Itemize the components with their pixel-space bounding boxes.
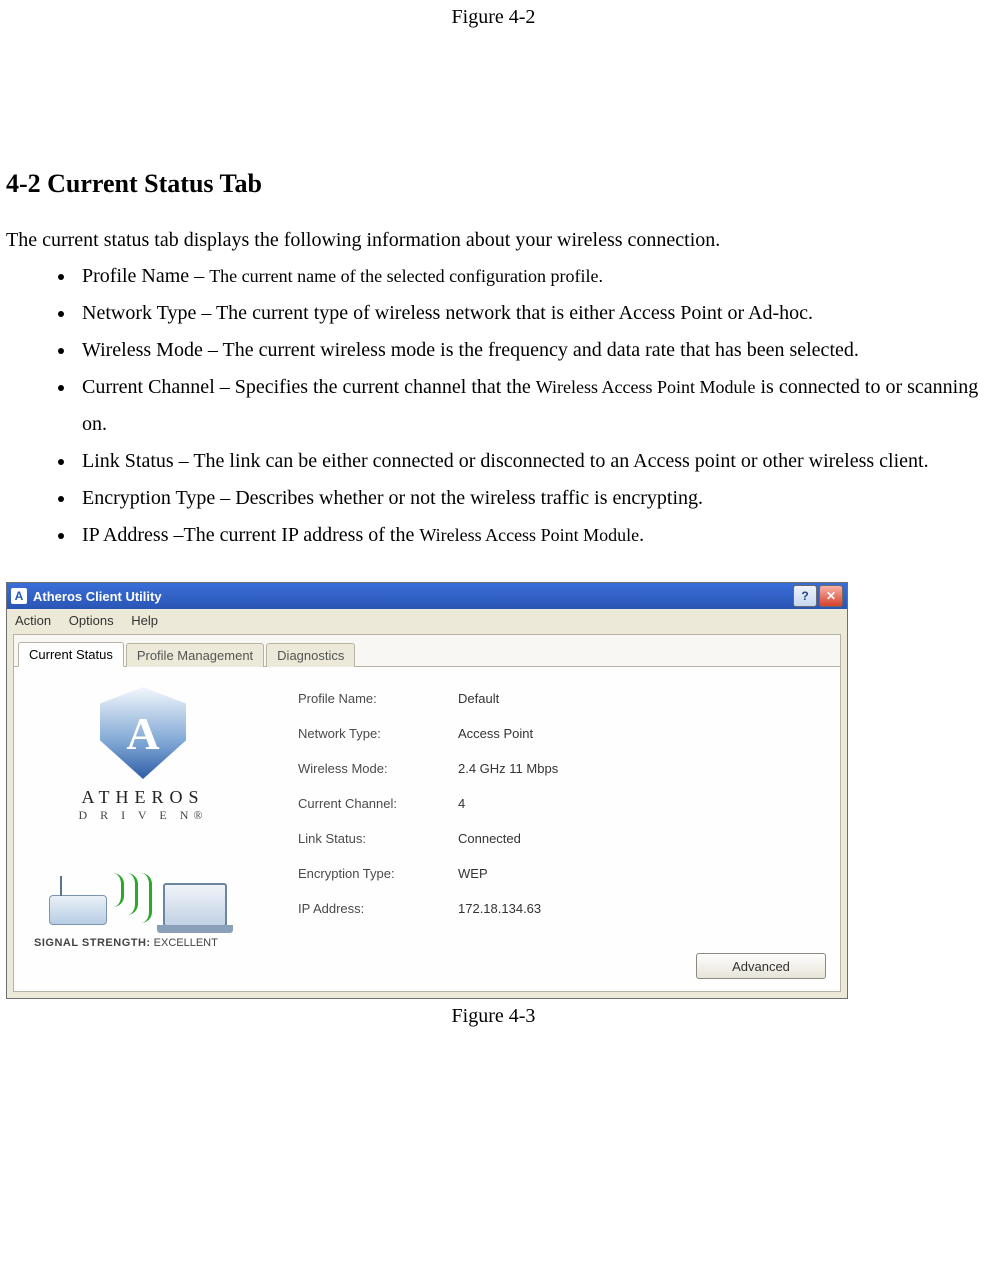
- sep: –: [203, 339, 223, 361]
- atheros-logo: A ATHEROS D R I V E N®: [68, 687, 218, 823]
- link-status-label: Link Status:: [298, 831, 458, 846]
- current-channel-value: 4: [458, 796, 826, 811]
- desc-b: Wireless Access Point Module: [419, 525, 639, 545]
- sep: –: [174, 450, 194, 472]
- dialog-window: A Atheros Client Utility ? ✕ Action Opti…: [6, 582, 848, 999]
- term: Link Status: [82, 450, 174, 472]
- sep: –: [168, 524, 183, 546]
- laptop-icon: [157, 883, 233, 929]
- window-title: Atheros Client Utility: [33, 589, 162, 604]
- tab-row: Current Status Profile Management Diagno…: [14, 635, 840, 667]
- profile-name-value: Default: [458, 691, 826, 706]
- wireless-mode-value: 2.4 GHz 11 Mbps: [458, 761, 826, 776]
- bullet-list: Profile Name – The current name of the s…: [6, 258, 981, 554]
- desc: The current wireless mode is the frequen…: [222, 339, 858, 361]
- link-status-value: Connected: [458, 831, 826, 846]
- desc-b: Wireless Access Point Module: [536, 377, 756, 397]
- list-item: Current Channel – Specifies the current …: [76, 369, 981, 443]
- titlebar[interactable]: A Atheros Client Utility ? ✕: [7, 583, 847, 609]
- desc-c: .: [639, 524, 644, 546]
- ip-address-value: 172.18.134.63: [458, 901, 826, 916]
- help-button[interactable]: ?: [793, 585, 817, 607]
- list-item: Profile Name – The current name of the s…: [76, 258, 981, 295]
- tab-diagnostics[interactable]: Diagnostics: [266, 643, 355, 667]
- sep: –: [196, 302, 216, 324]
- logo-text-primary: ATHEROS: [81, 787, 204, 808]
- wireless-mode-label: Wireless Mode:: [298, 761, 458, 776]
- signal-strength-label: SIGNAL STRENGTH:: [34, 937, 151, 949]
- list-item: Link Status – The link can be either con…: [76, 443, 981, 480]
- network-type-label: Network Type:: [298, 726, 458, 741]
- sep: –: [189, 265, 209, 287]
- term: IP Address: [82, 524, 168, 546]
- menu-help[interactable]: Help: [131, 613, 158, 628]
- desc-a: The current IP address of the: [183, 524, 419, 546]
- section-heading: 4-2 Current Status Tab: [6, 169, 981, 199]
- menu-action[interactable]: Action: [15, 613, 51, 628]
- desc-a: Specifies the current channel that the: [235, 376, 536, 398]
- desc: The current name of the selected configu…: [209, 266, 603, 286]
- figure-caption-top: Figure 4-2: [6, 6, 981, 29]
- network-type-value: Access Point: [458, 726, 826, 741]
- logo-text-secondary: D R I V E N®: [78, 808, 207, 823]
- menubar: Action Options Help: [7, 609, 847, 632]
- status-fields: Profile Name: Default Network Type: Acce…: [298, 681, 826, 949]
- logo-shield-icon: A: [100, 687, 186, 779]
- profile-name-label: Profile Name:: [298, 691, 458, 706]
- router-icon: [49, 895, 107, 925]
- advanced-button[interactable]: Advanced: [696, 953, 826, 979]
- desc: The current type of wireless network tha…: [216, 302, 813, 324]
- app-icon: A: [11, 588, 27, 604]
- menu-options[interactable]: Options: [69, 613, 114, 628]
- current-channel-label: Current Channel:: [298, 796, 458, 811]
- left-column: A ATHEROS D R I V E N® SIGNAL STRENGTH: …: [28, 681, 258, 949]
- intro-text: The current status tab displays the foll…: [6, 229, 981, 252]
- term: Encryption Type: [82, 487, 215, 509]
- encryption-type-value: WEP: [458, 866, 826, 881]
- term: Profile Name: [82, 265, 189, 287]
- list-item: Wireless Mode – The current wireless mod…: [76, 332, 981, 369]
- list-item: IP Address –The current IP address of th…: [76, 517, 981, 554]
- signal-strength-value: EXCELLENT: [154, 937, 218, 949]
- ip-address-label: IP Address:: [298, 901, 458, 916]
- desc: Describes whether or not the wireless tr…: [235, 487, 703, 509]
- figure-caption-bottom: Figure 4-3: [6, 1005, 981, 1028]
- tab-profile-management[interactable]: Profile Management: [126, 643, 264, 667]
- term: Network Type: [82, 302, 196, 324]
- term: Current Channel: [82, 376, 215, 398]
- sep: –: [215, 376, 235, 398]
- dialog-body: Current Status Profile Management Diagno…: [13, 634, 841, 992]
- signal-waves-icon: [113, 873, 152, 923]
- list-item: Network Type – The current type of wirel…: [76, 295, 981, 332]
- term: Wireless Mode: [82, 339, 203, 361]
- network-illustration: [43, 853, 243, 933]
- desc: The link can be either connected or disc…: [193, 450, 928, 472]
- list-item: Encryption Type – Describes whether or n…: [76, 480, 981, 517]
- sep: –: [215, 487, 235, 509]
- encryption-type-label: Encryption Type:: [298, 866, 458, 881]
- signal-strength: SIGNAL STRENGTH: EXCELLENT: [28, 937, 218, 949]
- close-button[interactable]: ✕: [819, 585, 843, 607]
- tab-current-status[interactable]: Current Status: [18, 642, 124, 667]
